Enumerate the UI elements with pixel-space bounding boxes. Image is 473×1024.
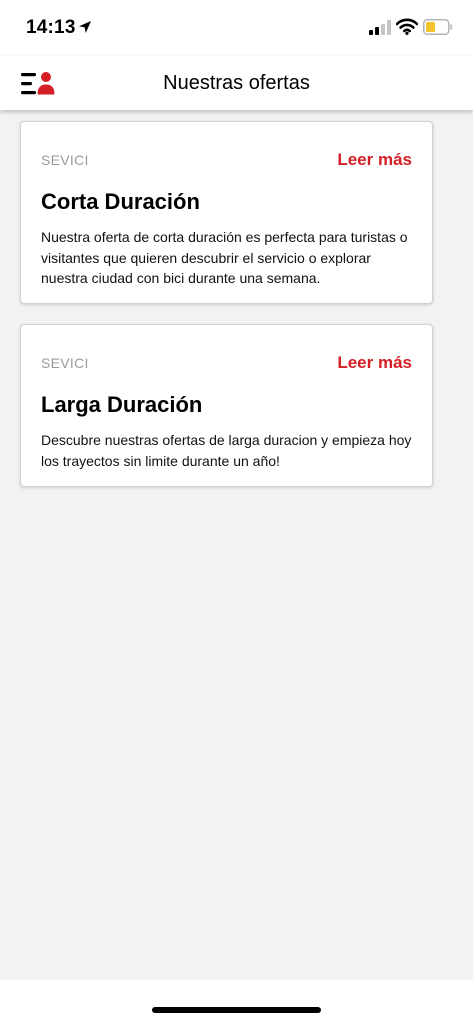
read-more-link[interactable]: Leer más: [337, 150, 412, 170]
offer-description: Descubre nuestras ofertas de larga durac…: [41, 432, 412, 469]
offer-description: Nuestra oferta de corta duración es perf…: [41, 229, 408, 286]
page-title: Nuestras ofertas: [163, 72, 310, 94]
home-indicator[interactable]: [152, 1007, 321, 1013]
location-arrow-icon: [79, 21, 91, 33]
battery-low-icon: [423, 19, 453, 35]
wifi-icon: [396, 18, 418, 35]
offer-card[interactable]: SEVICI Leer más Larga Duración Descubre …: [20, 324, 433, 487]
offer-category: SEVICI: [41, 152, 89, 168]
status-bar: 14:13: [0, 0, 473, 56]
offer-card[interactable]: SEVICI Leer más Corta Duración Nuestra o…: [20, 121, 433, 304]
read-more-link[interactable]: Leer más: [337, 353, 412, 373]
offer-category: SEVICI: [41, 355, 89, 371]
offer-title: Larga Duración: [41, 392, 203, 417]
status-time: 14:13: [26, 17, 76, 38]
app-header: Nuestras ofertas: [0, 56, 473, 110]
offer-title: Corta Duración: [41, 189, 200, 214]
cellular-signal-icon: [369, 20, 391, 35]
home-indicator-area: [0, 980, 473, 1024]
